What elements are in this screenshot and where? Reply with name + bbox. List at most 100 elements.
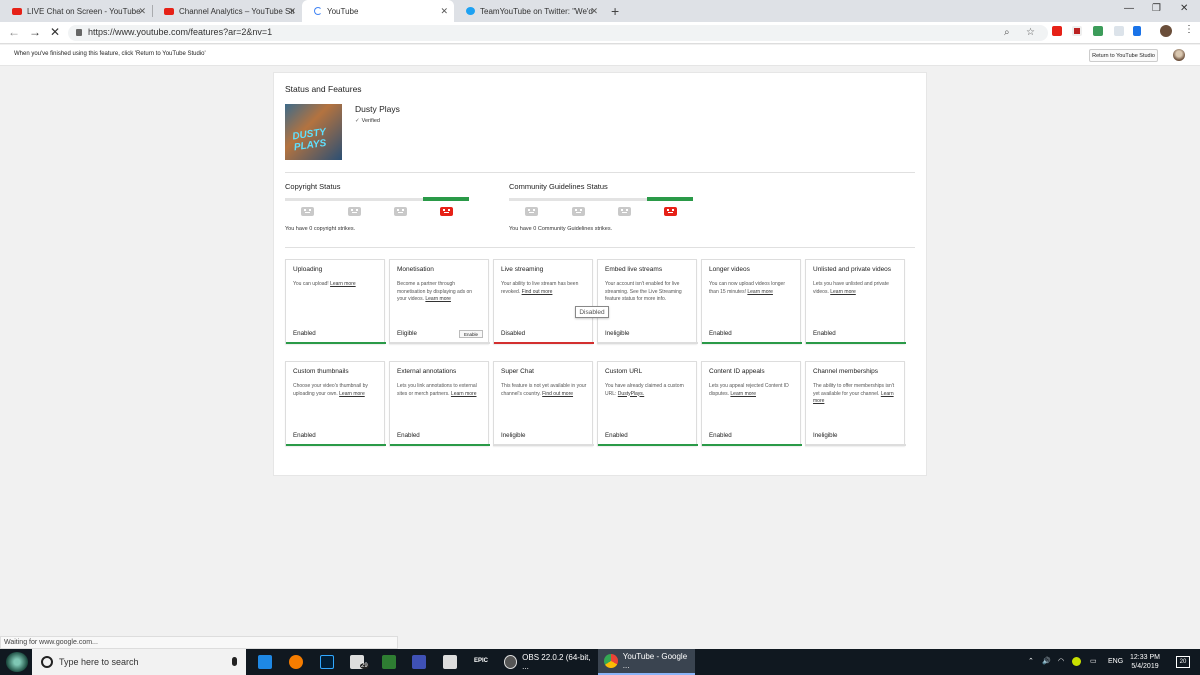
- epic-games-icon[interactable]: EPIC: [474, 658, 488, 664]
- learn-more-link[interactable]: Learn more: [339, 391, 365, 397]
- close-icon[interactable]: ✕: [440, 6, 448, 17]
- tab-channel-analytics[interactable]: Channel Analytics – YouTube Stu ✕: [152, 0, 302, 22]
- learn-more-link[interactable]: Learn more: [747, 289, 773, 295]
- pinned-app-icon[interactable]: [382, 655, 396, 669]
- profile-avatar[interactable]: [1160, 25, 1172, 37]
- tab-live-chat[interactable]: LIVE Chat on Screen - YouTube L ✕: [0, 0, 152, 22]
- feature-status-bar: [286, 444, 386, 446]
- feature-status-bar: [494, 444, 594, 446]
- feature-name: Live streaming: [501, 266, 544, 273]
- feature-card: Uploading You can upload! Learn more Enabl…: [285, 259, 386, 344]
- taskbar-search[interactable]: Type here to search: [32, 649, 246, 675]
- bookmark-star-icon[interactable]: ☆: [1026, 27, 1035, 38]
- minimize-icon[interactable]: —: [1124, 3, 1134, 14]
- language-indicator[interactable]: ENG: [1108, 658, 1123, 665]
- wifi-icon[interactable]: ◠: [1058, 657, 1064, 665]
- youtube-icon: [164, 7, 174, 15]
- return-to-studio-button[interactable]: Return to YouTube Studio: [1089, 49, 1158, 62]
- tab-title: LIVE Chat on Screen - YouTube L: [27, 6, 142, 16]
- show-hidden-icons-icon[interactable]: ⌃: [1028, 657, 1034, 665]
- feature-description: Lets you link annotations to external si…: [397, 383, 483, 398]
- strike-face-icon: [525, 207, 538, 216]
- learn-more-link[interactable]: Learn more: [730, 391, 756, 397]
- feature-description: This feature is not yet available in you…: [501, 383, 587, 398]
- community-strike-bar: [509, 197, 693, 201]
- start-button[interactable]: [6, 652, 28, 672]
- close-icon[interactable]: ✕: [590, 6, 598, 17]
- feature-card: Embed live streams Your account isn't ena…: [597, 259, 698, 344]
- back-icon[interactable]: ←: [8, 25, 20, 39]
- volume-icon[interactable]: 🔊: [1042, 657, 1051, 665]
- feature-description: Your account isn't enabled for live stre…: [605, 281, 691, 304]
- close-icon[interactable]: ✕: [288, 6, 296, 17]
- tray-app-icon[interactable]: [1072, 657, 1081, 666]
- taskbar-app-obs[interactable]: OBS 22.0.2 (64-bit, ...: [500, 649, 594, 675]
- feature-status-bar: [390, 444, 490, 446]
- tab-title: Channel Analytics – YouTube Stu: [179, 6, 294, 16]
- stop-loading-icon[interactable]: ✕: [50, 25, 60, 39]
- pinned-app-icon[interactable]: [258, 655, 272, 669]
- feature-card: Channel memberships The ability to offer …: [805, 361, 906, 446]
- good-standing-icon: [664, 207, 677, 216]
- feature-name: Uploading: [293, 266, 323, 273]
- forward-icon[interactable]: →: [29, 25, 41, 39]
- menu-icon[interactable]: ⋮: [1184, 24, 1194, 35]
- restore-icon[interactable]: ❐: [1152, 3, 1161, 14]
- learn-more-link[interactable]: Learn more: [425, 296, 451, 302]
- feature-status-bar: [390, 342, 490, 344]
- feature-card: Super Chat This feature is not yet availa…: [493, 361, 594, 446]
- learn-more-link[interactable]: Learn more: [330, 281, 356, 287]
- feature-description: Lets you have unlisted and private video…: [813, 281, 899, 296]
- feature-name: Monetisation: [397, 266, 434, 273]
- extension-icon[interactable]: [1114, 26, 1124, 36]
- loading-icon: [314, 7, 322, 15]
- tab-teamyoutube-twitter[interactable]: TeamYouTube on Twitter: "We'd ✕: [454, 0, 604, 22]
- feature-card: Custom URL You have already claimed a cus…: [597, 361, 698, 446]
- feature-status: Disabled: [501, 330, 526, 337]
- download-icon[interactable]: [1133, 26, 1141, 36]
- microphone-icon[interactable]: [232, 657, 237, 666]
- learn-more-link[interactable]: DustyPlays.: [618, 391, 644, 397]
- new-tab-button[interactable]: +: [611, 3, 619, 19]
- copyright-strike-bar: [285, 197, 469, 201]
- file-explorer-icon[interactable]: [443, 655, 457, 669]
- learn-more-link[interactable]: Learn more: [830, 289, 856, 295]
- strike-face-icon: [301, 207, 314, 216]
- taskbar-app-chrome[interactable]: YouTube - Google ...: [598, 649, 695, 675]
- twitter-icon: [466, 7, 475, 15]
- feature-status-bar: [598, 342, 698, 344]
- network-icon[interactable]: ▭: [1090, 657, 1097, 665]
- feature-description: Choose your video's thumbnail by uploadi…: [293, 383, 379, 398]
- url-text[interactable]: https://www.youtube.com/features?ar=2&nv…: [88, 27, 272, 37]
- enable-button[interactable]: Enable: [459, 330, 483, 338]
- feature-card: External annotations Lets you link annota…: [389, 361, 490, 446]
- discord-icon[interactable]: [412, 655, 426, 669]
- verified-label: Verified: [361, 118, 380, 124]
- zoom-icon[interactable]: ⌕: [1004, 27, 1010, 38]
- cortana-icon: [41, 656, 53, 668]
- blender-icon[interactable]: [289, 655, 303, 669]
- extension-icon[interactable]: [1072, 26, 1082, 36]
- notifications-icon[interactable]: 20: [1176, 656, 1190, 668]
- learn-more-link[interactable]: Find out more: [522, 289, 553, 295]
- feature-card: Monetisation Become a partner through mon…: [389, 259, 490, 344]
- avatar[interactable]: [1173, 49, 1185, 61]
- windows-taskbar: Type here to search 29 EPIC OBS 22.0.2 (…: [0, 649, 1200, 675]
- clock[interactable]: 12:33 PM 5/4/2019: [1130, 653, 1160, 671]
- feature-status-bar: [806, 444, 906, 446]
- extension-icon[interactable]: [1052, 26, 1062, 36]
- close-icon[interactable]: ✕: [138, 6, 146, 17]
- extension-icon[interactable]: [1093, 26, 1103, 36]
- feature-status: Ineligible: [813, 432, 838, 439]
- status-features-card: Status and Features DUSTY PLAYS Dusty Pl…: [273, 72, 927, 476]
- feature-status-bar: [598, 444, 698, 446]
- address-bar[interactable]: https://www.youtube.com/features?ar=2&nv…: [68, 25, 1048, 41]
- feature-status-bar: [286, 342, 386, 344]
- learn-more-link[interactable]: Learn more: [451, 391, 477, 397]
- learn-more-link[interactable]: Find out more: [542, 391, 573, 397]
- feature-description: You have already claimed a custom URL: D…: [605, 383, 691, 398]
- browser-toolbar: ← → ✕ https://www.youtube.com/features?a…: [0, 22, 1200, 44]
- photoshop-icon[interactable]: [320, 655, 334, 669]
- window-close-icon[interactable]: ✕: [1180, 3, 1188, 14]
- tab-youtube[interactable]: YouTube ✕: [302, 0, 454, 22]
